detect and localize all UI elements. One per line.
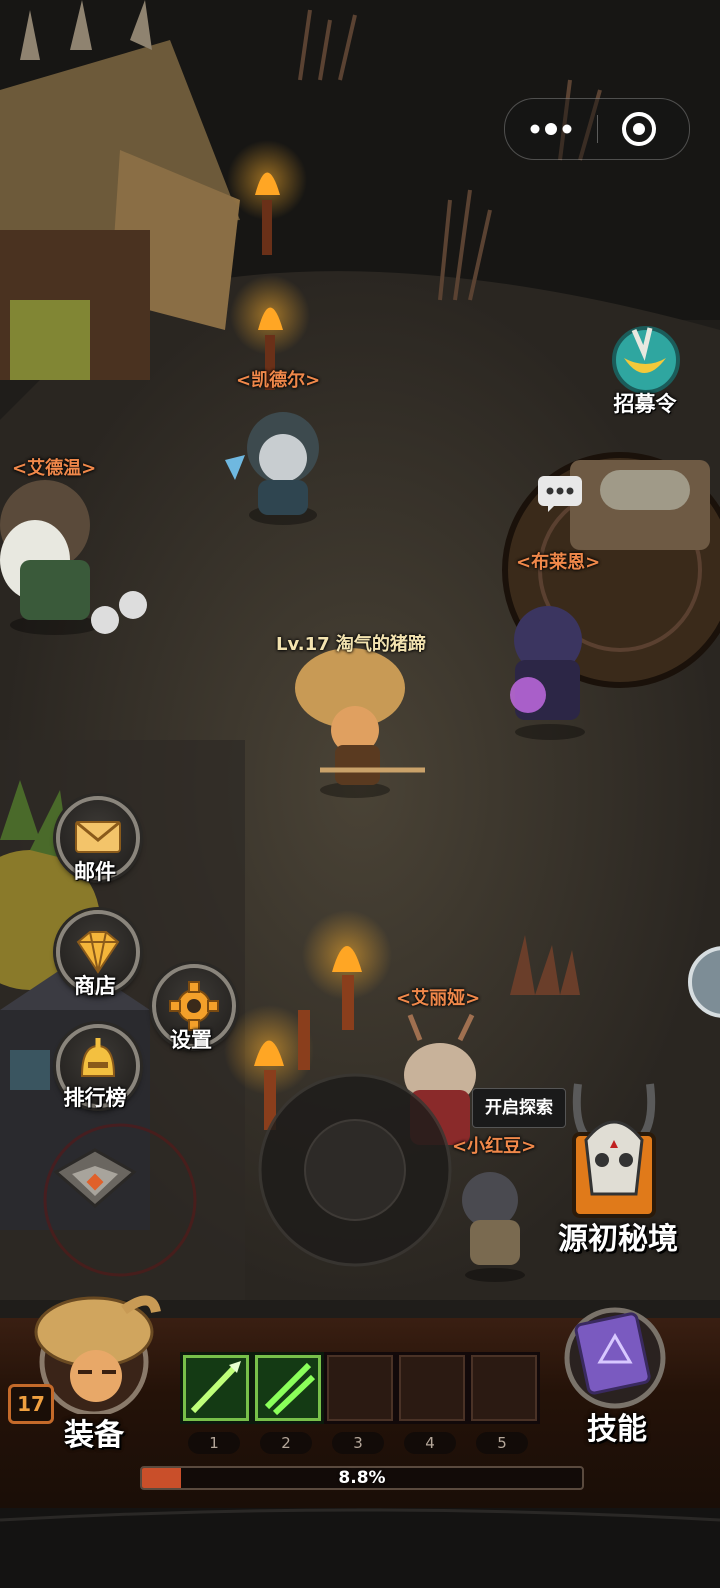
- explore-tooltip: 开启探索: [472, 1088, 566, 1128]
- spellbook-icon: [564, 1307, 666, 1409]
- dungeon-button[interactable]: [566, 1074, 662, 1224]
- skills-button[interactable]: [560, 1300, 670, 1410]
- equipment-label: 装备: [64, 1418, 124, 1453]
- skill-slot-number: 3: [332, 1432, 384, 1454]
- recruit-scroll-icon: [612, 326, 680, 394]
- npc-name-brian[interactable]: <布莱恩>: [516, 548, 600, 574]
- settings-label: 设置: [170, 1028, 212, 1052]
- skills-label: 技能: [587, 1412, 647, 1447]
- ranking-label: 排行榜: [63, 1086, 127, 1110]
- green-spear-skill-icon: [190, 1361, 241, 1414]
- npc-name-kaider[interactable]: <凯德尔>: [236, 366, 320, 392]
- skill-slot-4[interactable]: [396, 1352, 468, 1424]
- skill-slot-2[interactable]: [252, 1352, 324, 1424]
- npc-name-edwin[interactable]: <艾德温>: [12, 454, 96, 480]
- recruit-button[interactable]: [604, 318, 684, 398]
- xp-percent-label: 8.8%: [338, 1468, 386, 1488]
- npc-name-xiaohongdou[interactable]: <小红豆>: [452, 1132, 536, 1158]
- skill-slot-number: 4: [404, 1432, 456, 1454]
- skill-slot-1[interactable]: [180, 1352, 252, 1424]
- dungeon-label: 源初秘境: [558, 1222, 678, 1257]
- skill-slot-number: 1: [188, 1432, 240, 1454]
- horned-skull-icon: [572, 1083, 656, 1218]
- chevron-down-icon: [53, 1148, 137, 1208]
- side-tab-button[interactable]: [684, 944, 720, 1020]
- skill-slot-number: 2: [260, 1432, 312, 1454]
- mini-program-capsule: [504, 98, 690, 160]
- recruit-label: 招募令: [613, 392, 677, 416]
- green-slash-skill-icon: [264, 1362, 316, 1416]
- npc-name-aria[interactable]: <艾丽娅>: [396, 984, 480, 1010]
- mail-label: 邮件: [74, 860, 116, 884]
- skill-slot-number: 5: [476, 1432, 528, 1454]
- chat-bubble-icon[interactable]: [536, 474, 584, 514]
- skill-slot-3[interactable]: [324, 1352, 396, 1424]
- close-button[interactable]: [597, 99, 689, 159]
- more-dots-icon: [530, 123, 572, 135]
- target-circle-icon: [622, 112, 656, 146]
- skill-slot-5[interactable]: [468, 1352, 540, 1424]
- player-name-label: Lv.17 淘气的猪蹄: [276, 634, 426, 655]
- player-level-badge: 17: [8, 1384, 54, 1424]
- menu-collapse-button[interactable]: [52, 1146, 138, 1210]
- more-button[interactable]: [505, 99, 597, 159]
- shop-label: 商店: [74, 974, 116, 998]
